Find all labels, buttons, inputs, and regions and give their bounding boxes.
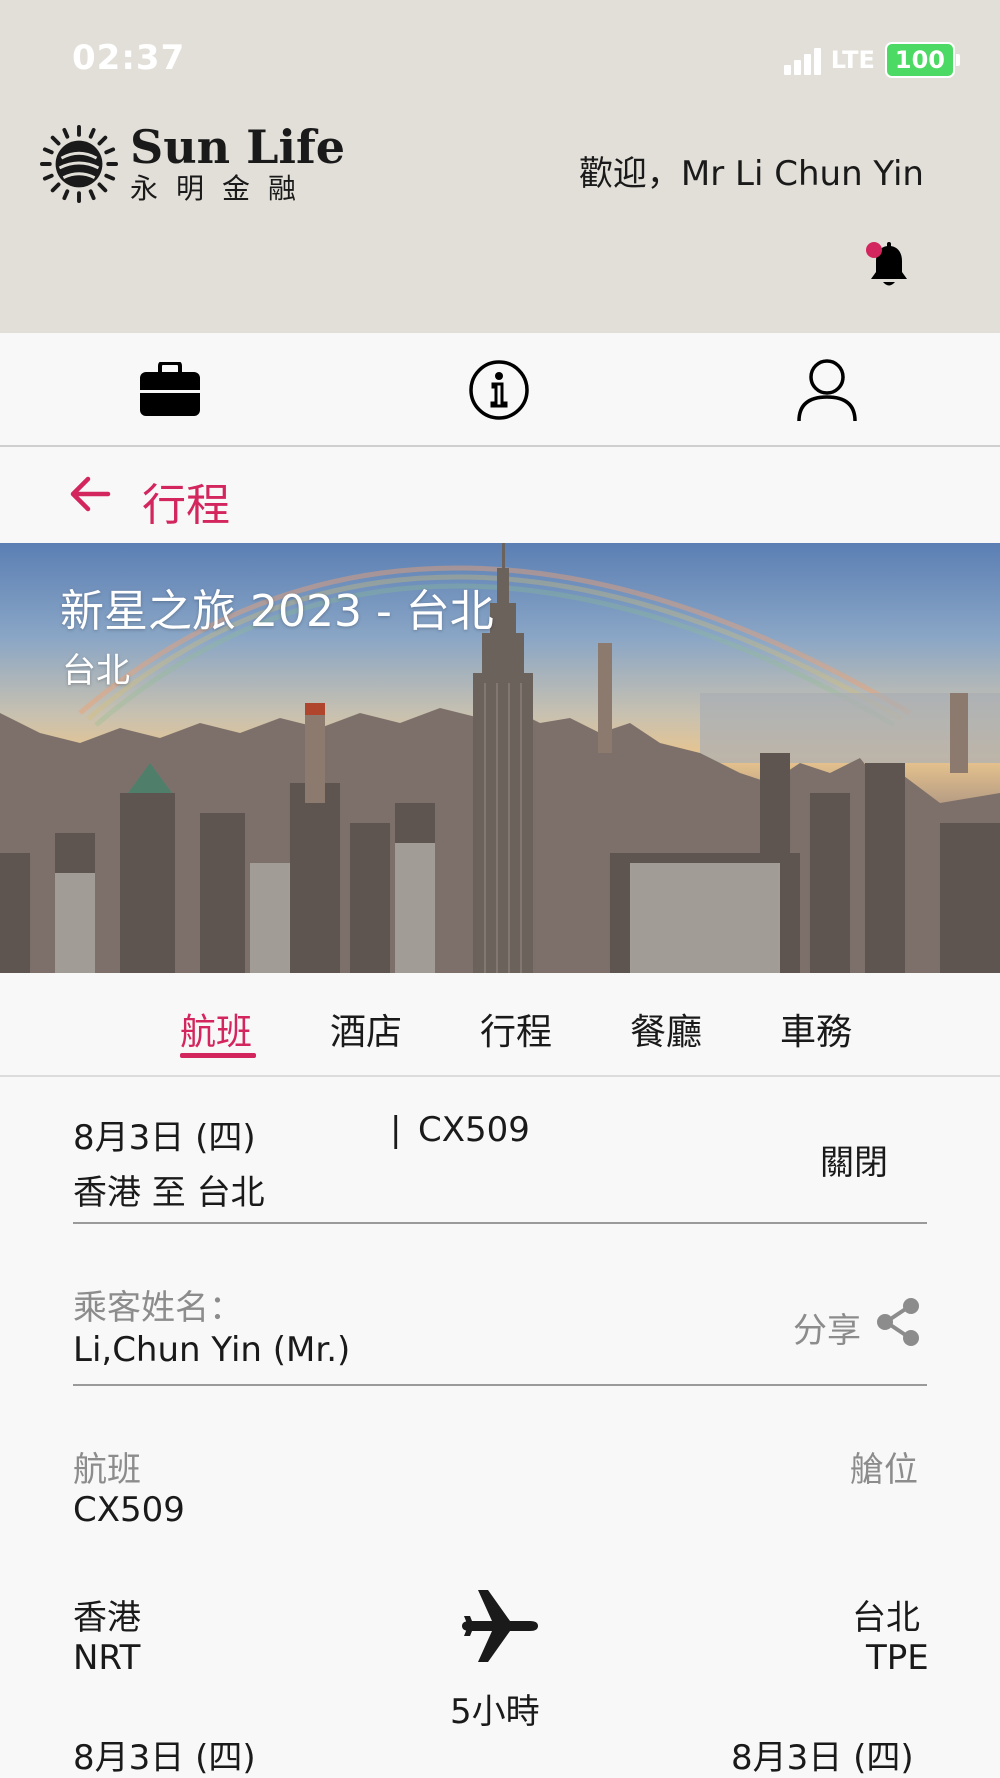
signal-icon (783, 45, 821, 75)
airplane-icon (462, 1590, 538, 1662)
cabin-label: 艙位 (850, 1450, 918, 1490)
logo-text-zh: 永明金融 (130, 172, 315, 205)
section-tabs: 航班 酒店 行程 餐廳 車務 (0, 973, 1000, 1077)
origin-code: NRT (73, 1638, 141, 1678)
back-arrow-icon[interactable] (68, 471, 114, 517)
page-title: 行程 (142, 480, 230, 531)
share-label[interactable]: 分享 (793, 1303, 861, 1352)
page-title-bar: 行程 (0, 449, 1000, 543)
sun-logo-icon (40, 125, 118, 203)
app-header: 02:37 LTE 100 Sun Life 永明金融 歡迎，Mr Li Chu… (0, 0, 1000, 333)
divider (73, 1384, 927, 1386)
status-time: 02:37 (72, 38, 186, 78)
flight-label: 航班 (73, 1450, 141, 1490)
flight-value: CX509 (73, 1490, 185, 1530)
top-icon-nav (0, 333, 1000, 447)
trip-title: 新星之旅 2023 - 台北 (60, 586, 494, 637)
destination-code: TPE (866, 1638, 929, 1678)
flight-date: 8月3日 (四) (73, 1118, 256, 1158)
network-label: LTE (830, 46, 875, 74)
flight-separator: | (390, 1110, 402, 1150)
sun-life-logo: Sun Life 永明金融 (40, 122, 345, 206)
trip-hero-image: 新星之旅 2023 - 台北 台北 (0, 543, 1000, 973)
origin-city: 香港 (73, 1598, 141, 1638)
tab-restaurant[interactable]: 餐廳 (630, 1003, 702, 1055)
briefcase-icon[interactable] (135, 355, 205, 425)
flight-duration: 5小時 (450, 1692, 540, 1732)
info-icon[interactable] (464, 355, 534, 425)
passenger-name: Li,Chun Yin (Mr.) (73, 1330, 351, 1370)
close-button[interactable]: 關閉 (820, 1135, 888, 1184)
flight-route: 香港 至 台北 (73, 1173, 265, 1213)
active-tab-indicator (180, 1053, 256, 1058)
notification-dot (866, 242, 882, 258)
tab-transport[interactable]: 車務 (780, 1003, 852, 1055)
share-icon[interactable] (874, 1296, 922, 1348)
flight-number: CX509 (418, 1110, 530, 1150)
tab-itinerary[interactable]: 行程 (480, 1003, 552, 1055)
battery-icon: 100 (884, 42, 960, 78)
trip-city: 台北 (62, 651, 130, 691)
destination-city: 台北 (852, 1598, 920, 1638)
passenger-label: 乘客姓名： (73, 1288, 243, 1328)
tab-hotel[interactable]: 酒店 (330, 1003, 402, 1055)
departure-date: 8月3日 (四) (73, 1738, 256, 1778)
logo-text-en: Sun Life (130, 120, 345, 174)
status-indicators: LTE 100 (783, 42, 960, 78)
battery-level: 100 (884, 42, 955, 78)
tab-flight[interactable]: 航班 (180, 1003, 252, 1055)
user-icon[interactable] (792, 355, 862, 425)
welcome-message: 歡迎，Mr Li Chun Yin (578, 154, 924, 194)
arrival-date: 8月3日 (四) (731, 1738, 914, 1778)
divider (73, 1222, 927, 1224)
